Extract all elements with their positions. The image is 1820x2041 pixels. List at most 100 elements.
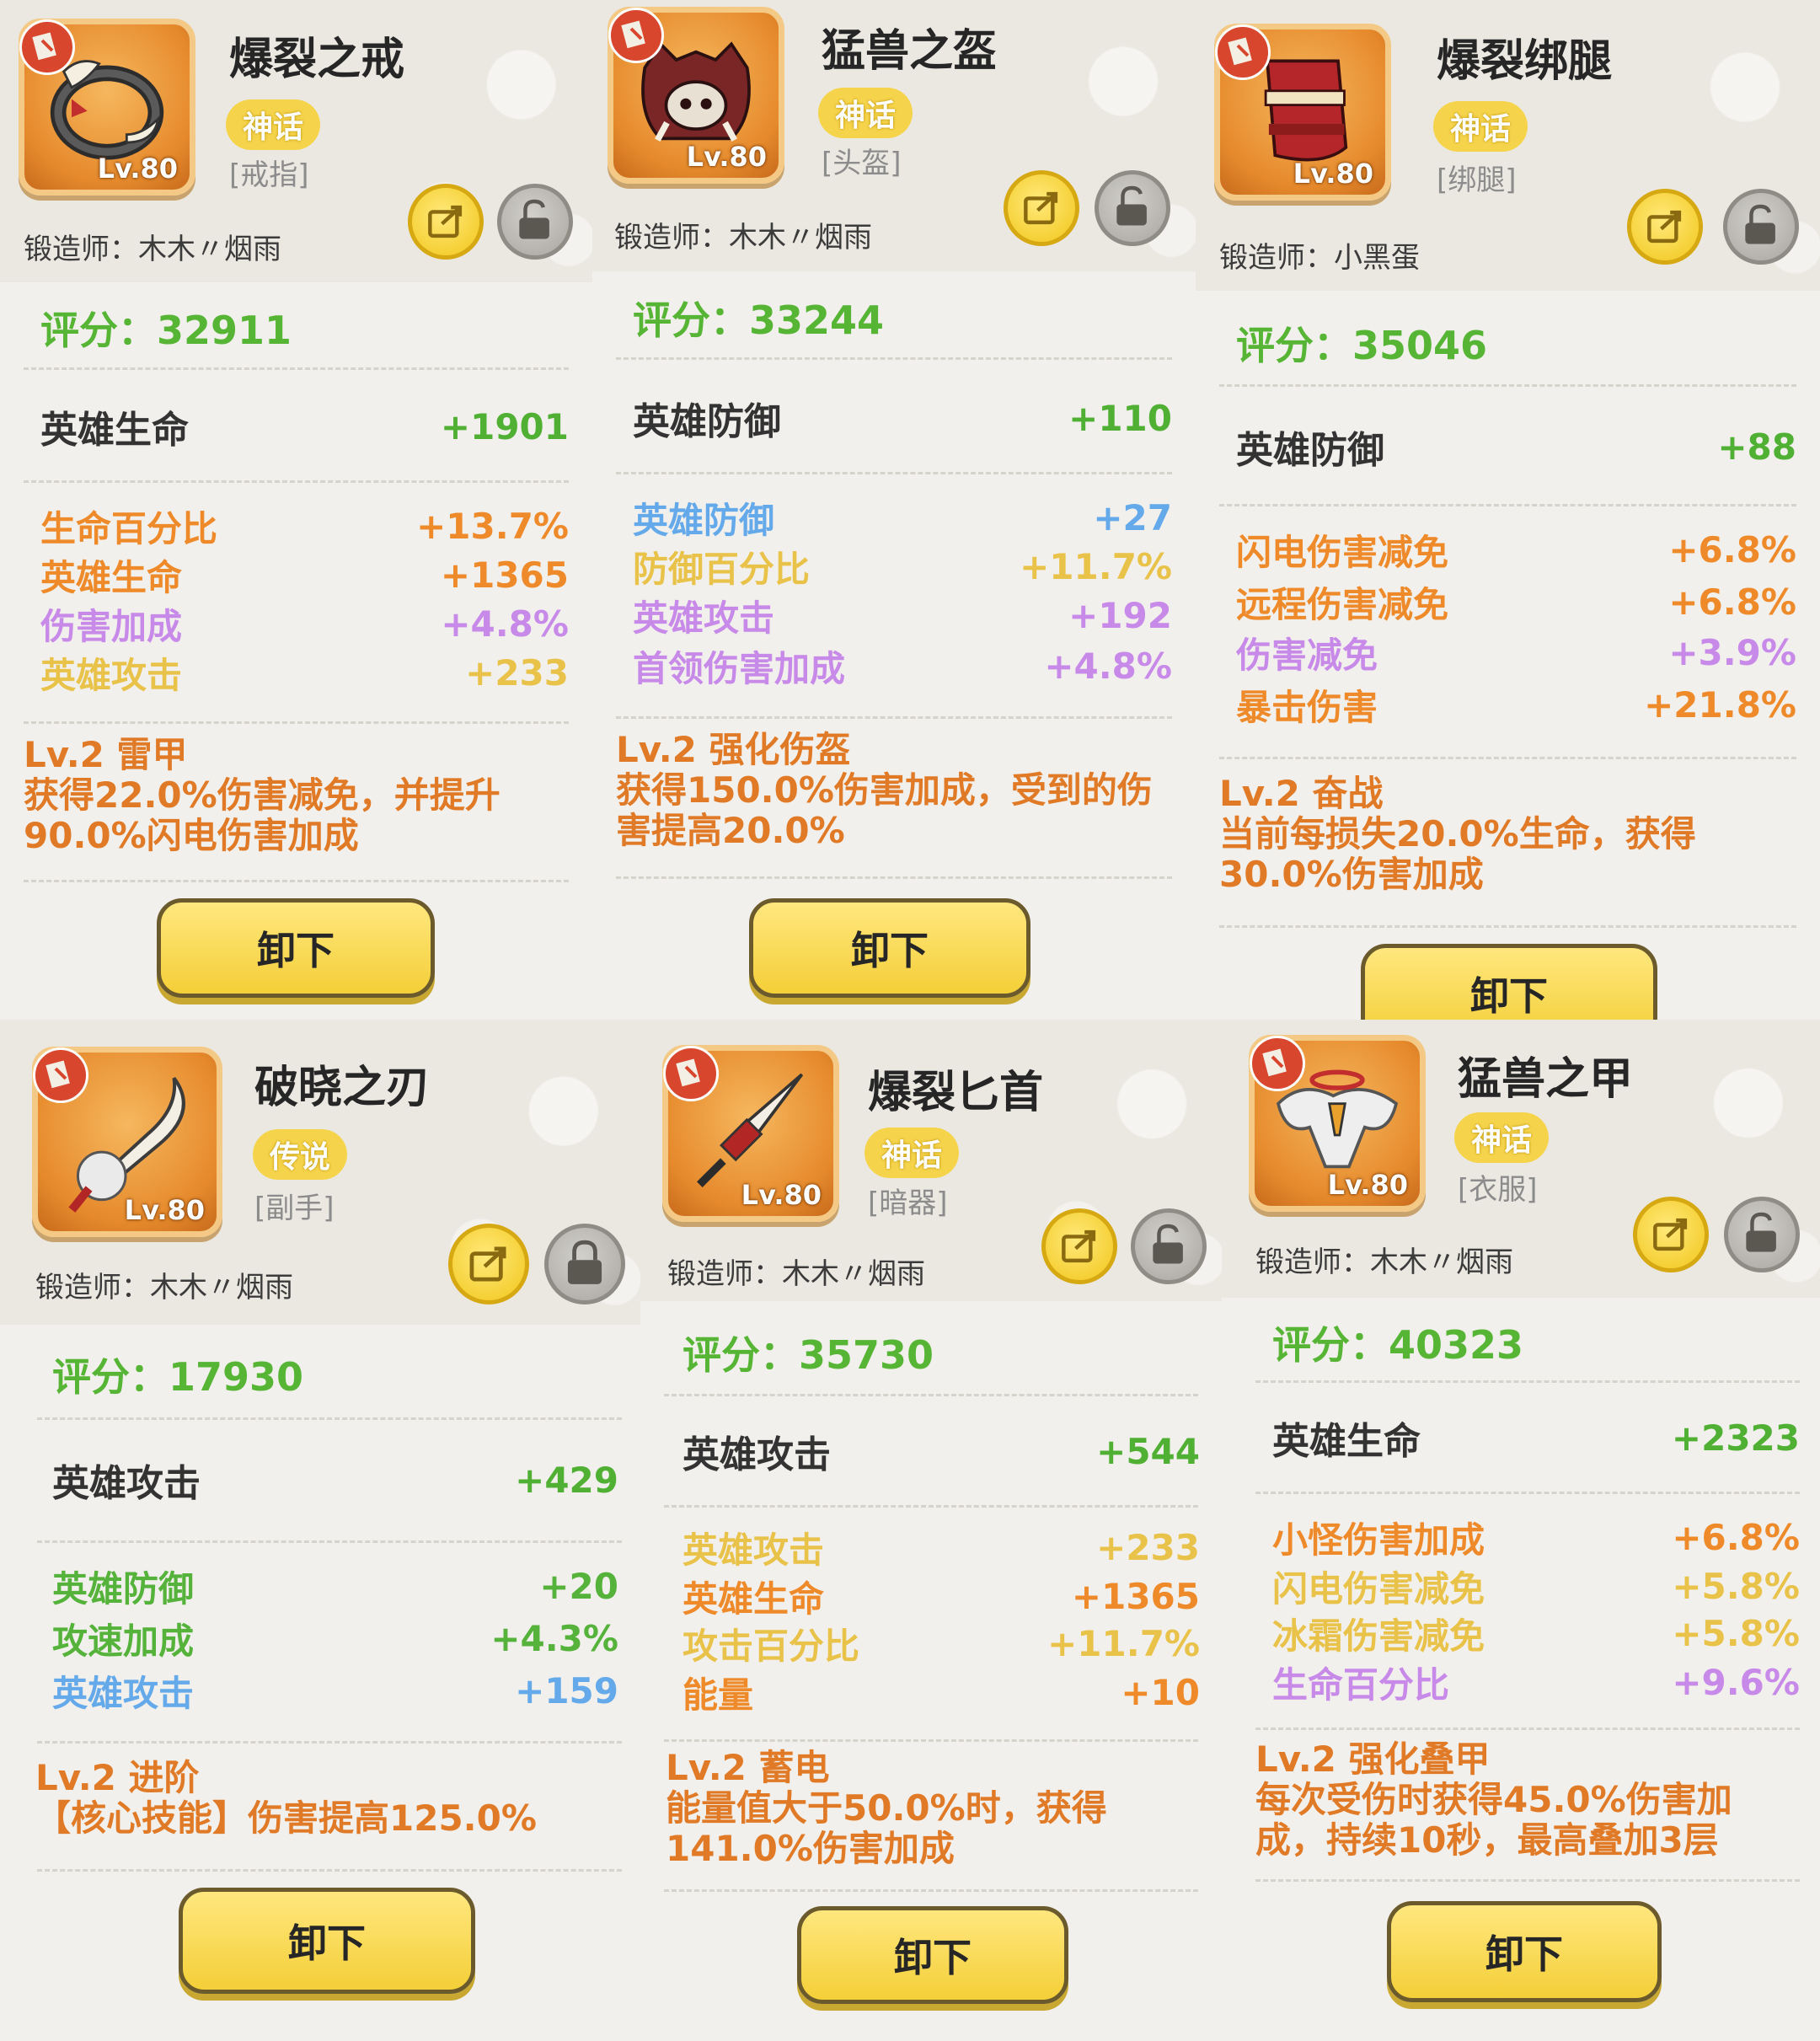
divider [1219,504,1796,506]
unequip-button[interactable]: 卸下 [749,898,1030,998]
base-stat-value: +110 [1068,397,1172,439]
affix-value: +233 [1096,1527,1200,1568]
affix-label: 远程伤害减免 [1236,584,1449,625]
skill-title: Lv.2 强化叠甲 [1255,1738,1491,1780]
share-button[interactable] [448,1224,529,1304]
divider [616,716,1172,719]
affix-value: +5.8% [1672,1566,1800,1607]
forge-badge-icon [1215,24,1271,80]
base-stat-label: 英雄防御 [1236,429,1384,472]
equipment-card-ring: Lv.80 爆裂之戒 神话 [戒指] 锻造师：木木〃烟雨 评分：32911 英雄… [0,0,592,1020]
share-button[interactable] [408,184,484,260]
score: 评分：17930 [52,1347,303,1402]
share-button[interactable] [1627,189,1703,265]
skill-title: Lv.2 雷甲 [24,734,188,775]
divider [24,367,569,370]
forger-line: 锻造师：木木〃烟雨 [1255,1239,1513,1280]
skill-block: Lv.2 雷甲 获得22.0%伤害减免，并提升90.0%闪电伤害加成 [24,735,572,856]
score-label: 评分： [1272,1322,1389,1368]
forger-name: 木木〃烟雨 [138,233,281,266]
affix-value: +6.8% [1668,529,1796,571]
unequip-button[interactable]: 卸下 [179,1888,475,1994]
affix-label: 攻击百分比 [682,1626,860,1667]
item-slot: [绑腿] [1437,163,1517,197]
unlock-icon [1153,1224,1183,1264]
divider [37,1540,622,1543]
forge-badge-icon [33,1047,88,1103]
item-icon-frame[interactable]: Lv.80 [19,19,195,196]
share-icon [1653,1218,1688,1251]
item-icon-frame[interactable]: Lv.80 [662,1045,839,1222]
base-stat: 英雄生命 +2323 [1272,1411,1800,1465]
item-icon-frame[interactable]: Lv.80 [1214,24,1391,201]
base-stat-label: 英雄攻击 [682,1433,831,1476]
unlock-icon [1116,185,1147,226]
affix-row: 防御百分比 +11.7% [633,541,1172,592]
forger-line: 锻造师：木木〃烟雨 [667,1251,925,1292]
affix-value: +27 [1093,497,1172,538]
unequip-button[interactable]: 卸下 [1361,944,1657,1020]
unequip-button[interactable]: 卸下 [157,898,435,998]
affix-label: 英雄生命 [40,557,183,598]
lock-button[interactable] [544,1224,625,1304]
affix-value: +1365 [1071,1576,1200,1617]
equipment-card-leggings: Lv.80 爆裂绑腿 神话 [绑腿] 锻造师：小黑蛋 评分：35046 英雄防御… [1196,0,1820,1020]
share-button[interactable] [1004,170,1079,246]
item-icon-frame[interactable]: Lv.80 [32,1047,222,1237]
share-button[interactable] [1041,1208,1117,1284]
score: 评分：35046 [1236,315,1487,371]
score: 评分：35730 [682,1325,934,1380]
score-value: 35730 [799,1332,934,1378]
share-icon [1024,191,1058,225]
unlock-icon [1746,1212,1776,1252]
lock-button[interactable] [1131,1208,1207,1284]
skill-desc: 【核心技能】伤害提高125.0% [35,1797,537,1839]
divider [24,721,569,724]
affix-row: 小怪伤害加成 +6.8% [1272,1512,1800,1563]
forge-badge-icon [608,8,664,63]
skill-block: Lv.2 奋战 当前每损失20.0%生命，获得30.0%伤害加成 [1219,774,1800,895]
score-value: 33244 [749,297,885,343]
unequip-button[interactable]: 卸下 [1387,1901,1662,2002]
affix-value: +159 [515,1670,618,1712]
forger-label: 锻造师： [24,233,138,266]
affix-row: 首领伤害加成 +4.8% [633,640,1172,692]
forger-line: 锻造师：木木〃烟雨 [35,1264,293,1305]
affix-label: 英雄防御 [52,1568,195,1610]
score-value: 17930 [169,1354,304,1400]
affix-label: 能量 [682,1674,754,1716]
item-level: Lv.80 [124,1194,205,1226]
affix-row: 远程伤害减免 +6.8% [1236,576,1796,628]
unequip-button[interactable]: 卸下 [797,1906,1068,2004]
affix-value: +13.7% [416,506,569,547]
lock-icon [567,1240,602,1284]
item-icon-frame[interactable]: Lv.80 [608,7,784,184]
lock-button[interactable] [497,184,573,260]
forger-name: 木木〃烟雨 [150,1271,293,1304]
item-icon-frame[interactable]: Lv.80 [1249,1035,1426,1212]
divider [24,480,569,483]
rarity-badge: 神话 [818,88,913,138]
base-stat: 英雄攻击 +544 [682,1424,1200,1478]
affix-label: 生命百分比 [1272,1664,1450,1706]
item-name: 破晓之刃 [254,1063,431,1113]
base-stat: 英雄生命 +1901 [40,399,569,453]
forge-badge-icon [1250,1036,1305,1091]
score-label: 评分： [682,1332,799,1378]
item-level: Lv.80 [1327,1169,1408,1201]
lock-button[interactable] [1724,1197,1800,1272]
lock-button[interactable] [1723,189,1799,265]
item-name: 爆裂绑腿 [1437,36,1613,87]
affix-label: 攻速加成 [52,1620,195,1662]
base-stat: 英雄防御 +88 [1236,420,1796,474]
score: 评分：33244 [633,290,884,346]
affix-label: 生命百分比 [40,508,218,549]
share-icon [428,205,463,238]
lock-button[interactable] [1095,170,1170,246]
divider [1255,1879,1800,1882]
share-button[interactable] [1633,1197,1709,1272]
affix-value: +11.7% [1020,546,1172,587]
base-stat-value: +429 [515,1459,618,1501]
affix-value: +3.9% [1668,632,1796,673]
equipment-card-armor: Lv.80 猛兽之甲 神话 [衣服] 锻造师：木木〃烟雨 评分：40323 英雄… [1222,1020,1820,2041]
